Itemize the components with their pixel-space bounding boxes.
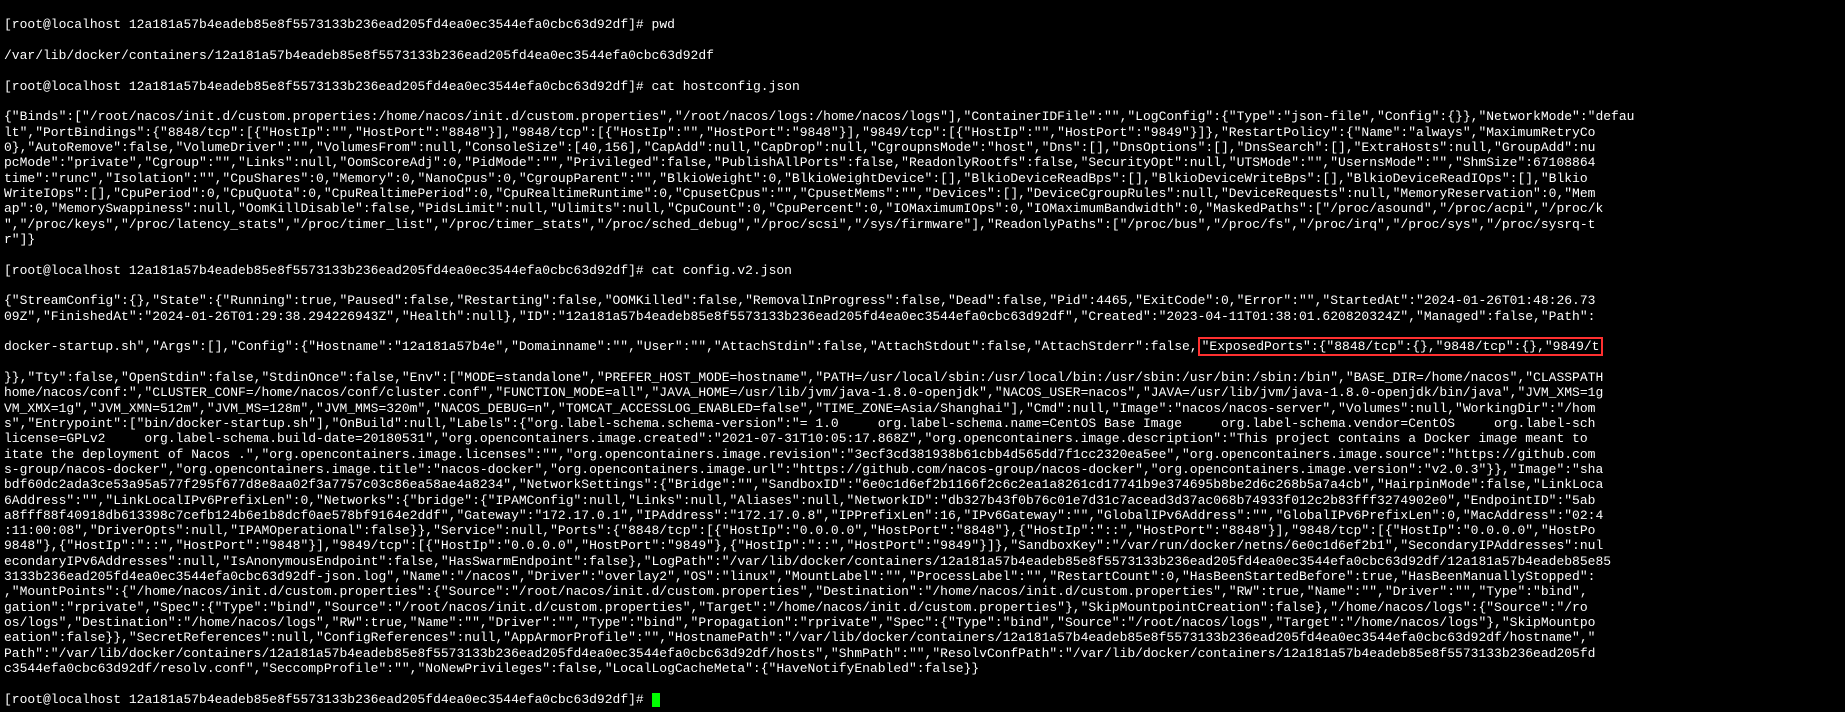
prompt-line: [root@localhost 12a181a57b4eadeb85e8f557… bbox=[4, 79, 1841, 94]
output-line: ","/proc/keys","/proc/latency_stats","/p… bbox=[4, 217, 1841, 232]
output-line: license=GPLv2 org.label-schema.build-dat… bbox=[4, 431, 1841, 446]
output-line: r"]} bbox=[4, 232, 1841, 247]
output-line: {"StreamConfig":{},"State":{"Running":tr… bbox=[4, 293, 1841, 308]
output-line: VM_XMX=1g","JVM_XMN=512m","JVM_MS=128m",… bbox=[4, 401, 1841, 416]
output-line: itate the deployment of Nacos .","org.op… bbox=[4, 447, 1841, 462]
cmd-cat-configv2: cat config.v2.json bbox=[652, 263, 792, 278]
output-line: ap":0,"MemorySwappiness":null,"OomKillDi… bbox=[4, 201, 1841, 216]
configv2-output-highlight-line: docker-startup.sh","Args":[],"Config":{"… bbox=[4, 339, 1841, 354]
output-line: 09Z","FinishedAt":"2024-01-26T01:29:38.2… bbox=[4, 309, 1841, 324]
terminal-window[interactable]: [root@localhost 12a181a57b4eadeb85e8f557… bbox=[0, 0, 1845, 712]
cmd-pwd: pwd bbox=[652, 17, 675, 32]
pwd-output: /var/lib/docker/containers/12a181a57b4ea… bbox=[4, 48, 1841, 63]
prompt-line: [root@localhost 12a181a57b4eadeb85e8f557… bbox=[4, 263, 1841, 278]
output-line: WriteIOps":[],"CpuPeriod":0,"CpuQuota":0… bbox=[4, 186, 1841, 201]
cmd-cat-hostconfig: cat hostconfig.json bbox=[652, 79, 800, 94]
output-line: }},"Tty":false,"OpenStdin":false,"StdinO… bbox=[4, 370, 1841, 385]
output-line: pcMode":"private","Cgroup":"","Links":nu… bbox=[4, 155, 1841, 170]
configv2-output-after: }},"Tty":false,"OpenStdin":false,"StdinO… bbox=[4, 370, 1841, 677]
output-line: econdaryIPv6Addresses":null,"IsAnonymous… bbox=[4, 554, 1841, 569]
configv2-output-before: {"StreamConfig":{},"State":{"Running":tr… bbox=[4, 293, 1841, 324]
output-line: :11:00:08","DriverOpts":null,"IPAMOperat… bbox=[4, 523, 1841, 538]
prompt-user: [root@localhost bbox=[4, 17, 121, 32]
exposed-ports-highlight: "ExposedPorts":{"8848/tcp":{},"9848/tcp"… bbox=[1198, 337, 1604, 356]
output-line: 9848"},{"HostIp":"::","HostPort":"9848"}… bbox=[4, 538, 1841, 553]
output-line: s-group/nacos-docker","org.opencontainer… bbox=[4, 462, 1841, 477]
prompt-line-final[interactable]: [root@localhost 12a181a57b4eadeb85e8f557… bbox=[4, 692, 1841, 707]
output-line: os/logs","Destination":"/home/nacos/logs… bbox=[4, 615, 1841, 630]
cursor-icon bbox=[652, 693, 660, 707]
output-line: Path":"/var/lib/docker/containers/12a181… bbox=[4, 646, 1841, 661]
hostconfig-output: {"Binds":["/root/nacos/init.d/custom.pro… bbox=[4, 109, 1841, 247]
output-line: home/nacos/conf:","CLUSTER_CONF=/home/na… bbox=[4, 385, 1841, 400]
prompt-cwd: 12a181a57b4eadeb85e8f5573133b236ead205fd… bbox=[129, 17, 644, 32]
output-line: bdf60dc2ada3ce53a95a577f295f677d8e8aa02f… bbox=[4, 477, 1841, 492]
prompt-line: [root@localhost 12a181a57b4eadeb85e8f557… bbox=[4, 17, 1841, 32]
output-line: s","Entrypoint":["bin/docker-startup.sh"… bbox=[4, 416, 1841, 431]
output-line: 3133b236ead205fd4ea0ec3544efa0cbc63d92df… bbox=[4, 569, 1841, 584]
output-line: time":"runc","Isolation":"","CpuShares":… bbox=[4, 171, 1841, 186]
output-line: 6Address":"","LinkLocalIPv6PrefixLen":0,… bbox=[4, 493, 1841, 508]
output-line: lt","PortBindings":{"8848/tcp":[{"HostIp… bbox=[4, 125, 1841, 140]
output-line: ,"MountPoints":{"/home/nacos/init.d/cust… bbox=[4, 584, 1841, 599]
output-line: c3544efa0cbc63d92df/resolv.conf","Seccom… bbox=[4, 661, 1841, 676]
output-line: eation":false}},"SecretReferences":null,… bbox=[4, 630, 1841, 645]
output-line: a8fff88f40918db613398c7cefb124b6e1b8dcf0… bbox=[4, 508, 1841, 523]
output-line: 0},"AutoRemove":false,"VolumeDriver":"",… bbox=[4, 140, 1841, 155]
output-line: gation":"rprivate","Spec":{"Type":"bind"… bbox=[4, 600, 1841, 615]
configv2-prefix: docker-startup.sh","Args":[],"Config":{"… bbox=[4, 339, 1198, 354]
output-line: {"Binds":["/root/nacos/init.d/custom.pro… bbox=[4, 109, 1841, 124]
